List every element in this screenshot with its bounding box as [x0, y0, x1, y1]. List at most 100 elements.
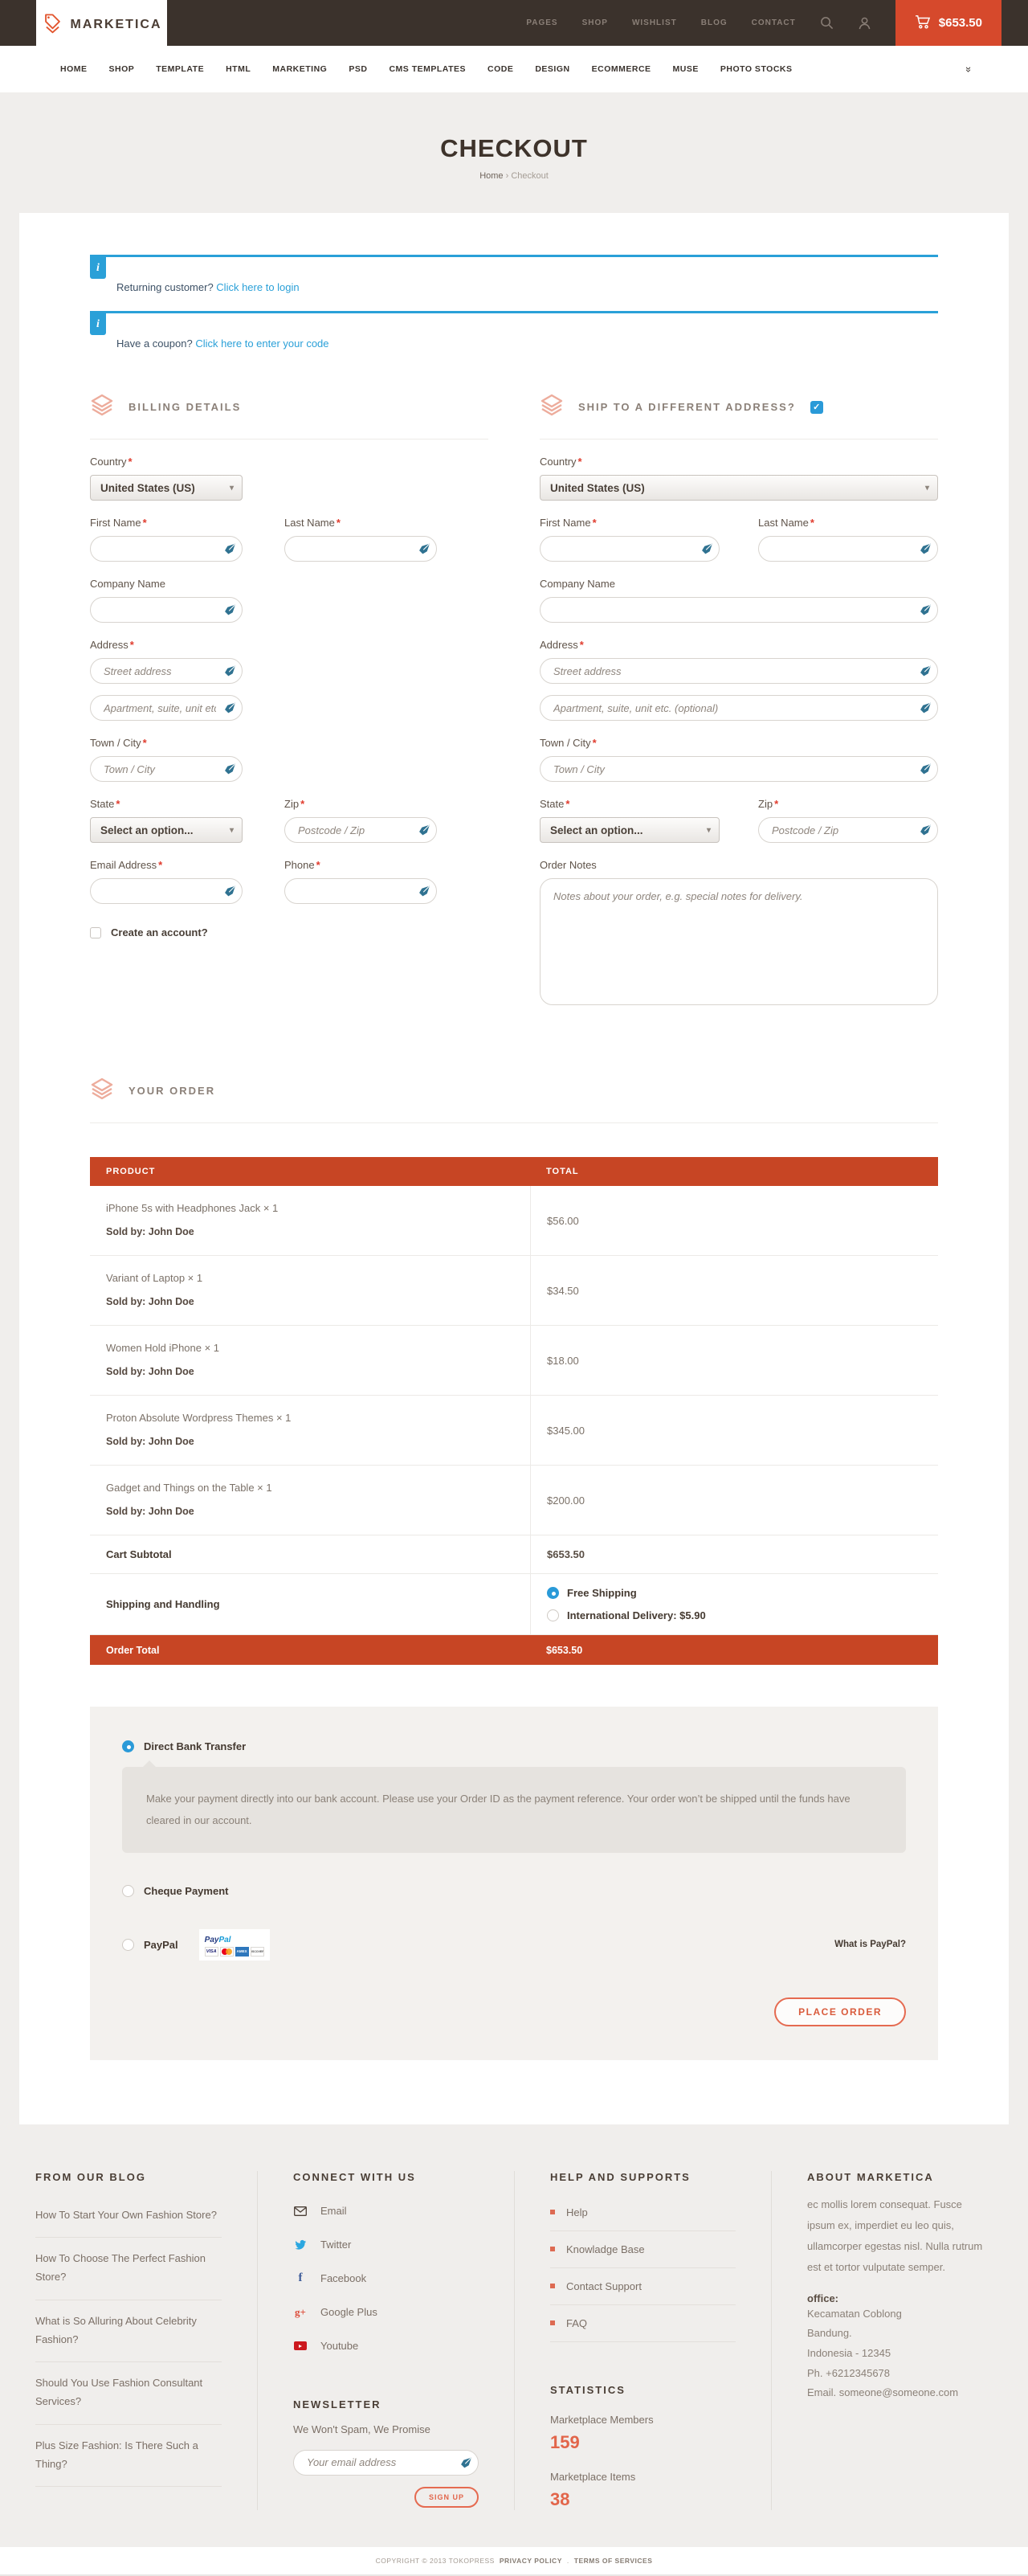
radio-selected-icon[interactable]	[122, 1740, 134, 1752]
billing-email-input[interactable]	[90, 878, 243, 904]
checkout-card: i Returning customer? Click here to logi…	[19, 213, 1009, 2124]
billing-country-select[interactable]: United States (US) ▾	[90, 475, 243, 501]
help-link[interactable]: Contact Support	[550, 2268, 736, 2305]
shipping-country-select[interactable]: United States (US) ▾	[540, 475, 938, 501]
social-youtube[interactable]: Youtube	[293, 2329, 479, 2363]
blog-link[interactable]: What is So Alluring About Celebrity Fash…	[35, 2300, 222, 2363]
breadcrumb-home-link[interactable]: Home	[479, 171, 503, 181]
shipping-section-head: SHIP TO A DIFFERENT ADDRESS? ✓	[540, 393, 938, 440]
shipping-option-free[interactable]: Free Shipping	[547, 1587, 922, 1599]
blog-link[interactable]: Should You Use Fashion Consultant Servic…	[35, 2362, 222, 2425]
newsletter-email-input[interactable]	[293, 2450, 479, 2476]
help-link[interactable]: Help	[550, 2194, 736, 2231]
blog-link[interactable]: Plus Size Fashion: Is There Such a Thing…	[35, 2425, 222, 2488]
search-icon[interactable]	[820, 16, 834, 30]
cart-button[interactable]: $653.50	[895, 0, 1001, 46]
nav-pages[interactable]: PAGES	[526, 18, 557, 27]
subnav-cms-templates[interactable]: CMS TEMPLATES	[389, 64, 466, 74]
square-bullet-icon	[550, 2210, 555, 2214]
social-facebook[interactable]: f Facebook	[293, 2262, 479, 2296]
billing-zip-input[interactable]	[284, 817, 437, 843]
company-label: Company Name	[540, 578, 938, 590]
help-link[interactable]: FAQ	[550, 2305, 736, 2342]
blog-link[interactable]: How To Choose The Perfect Fashion Store?	[35, 2238, 222, 2300]
shipping-first-name-field: First Name*	[540, 517, 720, 562]
subnav-marketing[interactable]: MARKETING	[272, 64, 327, 74]
billing-phone-input[interactable]	[284, 878, 437, 904]
newsletter-note: We Won't Spam, We Promise	[293, 2423, 479, 2435]
shipping-last-name-input[interactable]	[758, 536, 938, 562]
shipping-zip-input[interactable]	[758, 817, 938, 843]
help-label: Contact Support	[566, 2280, 642, 2292]
billing-company-input[interactable]	[90, 597, 243, 623]
ship-different-checkbox[interactable]: ✓	[810, 401, 823, 414]
subnav-template[interactable]: TEMPLATE	[156, 64, 204, 74]
logo[interactable]: MARKETICA	[36, 0, 167, 50]
user-icon[interactable]	[858, 16, 871, 30]
signup-button[interactable]: SIGN UP	[414, 2487, 479, 2508]
subnav-design[interactable]: DESIGN	[535, 64, 569, 74]
shipping-address1-input[interactable]	[540, 658, 938, 684]
order-row: Variant of Laptop × 1 Sold by: John Doe …	[90, 1256, 938, 1326]
place-order-button[interactable]: PLACE ORDER	[774, 1997, 906, 2026]
billing-city-input[interactable]	[90, 756, 243, 782]
login-link[interactable]: Click here to login	[216, 281, 299, 293]
chevron-double-down-icon[interactable]: »	[963, 66, 975, 72]
payment-method-cheque[interactable]: Cheque Payment	[122, 1885, 906, 1897]
privacy-policy-link[interactable]: PRIVACY POLICY	[500, 2557, 562, 2565]
help-link[interactable]: Knowladge Base	[550, 2231, 736, 2268]
what-is-paypal-link[interactable]: What is PayPal?	[834, 1940, 906, 1949]
shipping-option-international[interactable]: International Delivery: $5.90	[547, 1609, 922, 1621]
billing-address2-input[interactable]	[90, 695, 243, 721]
shipping-state-select[interactable]: Select an option... ▾	[540, 817, 720, 843]
shipping-address2-input[interactable]	[540, 695, 938, 721]
subnav-ecommerce[interactable]: ECOMMERCE	[592, 64, 651, 74]
billing-address1-input[interactable]	[90, 658, 243, 684]
nav-blog[interactable]: BLOG	[701, 18, 728, 27]
subnav-muse[interactable]: MUSE	[673, 64, 699, 74]
office-line: Bandung.	[807, 2324, 993, 2344]
state-value: Select an option...	[550, 824, 643, 836]
subnav-shop[interactable]: SHOP	[109, 64, 135, 74]
nav-shop[interactable]: SHOP	[582, 18, 608, 27]
subnav-home[interactable]: HOME	[60, 64, 88, 74]
subnav-photo-stocks[interactable]: PHOTO STOCKS	[720, 64, 793, 74]
coupon-link[interactable]: Click here to enter your code	[195, 337, 328, 350]
nav-wishlist[interactable]: WISHLIST	[632, 18, 677, 27]
login-notice-text: Returning customer?	[116, 281, 214, 293]
create-account-checkbox[interactable]	[90, 927, 101, 938]
radio-icon[interactable]	[122, 1939, 134, 1951]
shipping-company-input[interactable]	[540, 597, 938, 623]
header: MARKETICA PAGES SHOP WISHLIST BLOG CONTA…	[0, 0, 1028, 46]
subnav-code[interactable]: CODE	[487, 64, 513, 74]
billing-first-name-input[interactable]	[90, 536, 243, 562]
shipping-first-name-input[interactable]	[540, 536, 720, 562]
radio-selected-icon[interactable]	[547, 1587, 559, 1599]
shipping-country-field: Country* United States (US) ▾	[540, 456, 938, 501]
payment-method-bank[interactable]: Direct Bank Transfer	[122, 1740, 906, 1752]
social-email[interactable]: Email	[293, 2194, 479, 2228]
subnav-psd[interactable]: PSD	[349, 64, 367, 74]
billing-state-select[interactable]: Select an option... ▾	[90, 817, 243, 843]
radio-icon[interactable]	[122, 1885, 134, 1897]
social-twitter[interactable]: Twitter	[293, 2228, 479, 2262]
billing-last-name-input[interactable]	[284, 536, 437, 562]
order-notes-textarea[interactable]	[540, 878, 938, 1005]
subnav-html[interactable]: HTML	[226, 64, 251, 74]
cart-subtotal-row: Cart Subtotal $653.50	[90, 1535, 938, 1574]
stat-value: 159	[550, 2432, 736, 2453]
blog-link[interactable]: How To Start Your Own Fashion Store?	[35, 2194, 222, 2239]
newsletter-field	[293, 2450, 479, 2476]
nav-contact[interactable]: CONTACT	[752, 18, 796, 27]
billing-email-field: Email Address*	[90, 859, 243, 904]
required-star: *	[128, 456, 133, 468]
social-googleplus[interactable]: g+ Google Plus	[293, 2296, 479, 2329]
payment-method-paypal[interactable]: PayPal PayPal VISA AMEX DISCOVER What is…	[122, 1929, 906, 1961]
coupon-notice-text: Have a coupon?	[116, 337, 193, 350]
radio-icon[interactable]	[547, 1609, 559, 1621]
terms-link[interactable]: TERMS OF SERVICES	[574, 2557, 653, 2565]
pen-icon	[224, 604, 236, 616]
shipping-city-input[interactable]	[540, 756, 938, 782]
billing-column: BILLING DETAILS Country* United States (…	[90, 393, 488, 1009]
shipping-handling-row: Shipping and Handling Free Shipping Inte…	[90, 1574, 938, 1635]
